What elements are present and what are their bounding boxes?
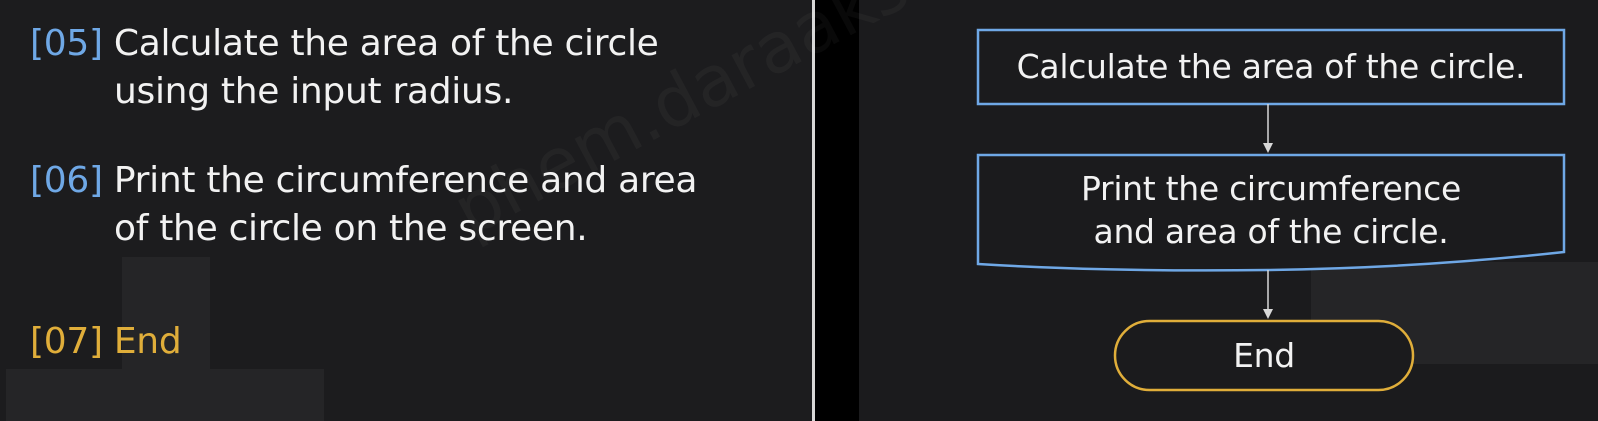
flowchart-panel: Calculate the area of the circle. Print … <box>859 0 1598 421</box>
step-07: [07] End <box>30 318 182 366</box>
output-box-label-line-1: Print the circumference <box>1081 169 1461 208</box>
step-number: [07] <box>30 321 103 362</box>
step-number: [05] <box>30 23 103 64</box>
step-text-line-1: End <box>113 321 182 362</box>
step-05: [05] Calculate the area of the circle us… <box>30 20 659 116</box>
step-text-line-1: Calculate the area of the circle <box>113 23 659 64</box>
terminator-label: End <box>1233 336 1295 375</box>
process-box-label: Calculate the area of the circle. <box>1016 47 1526 86</box>
step-text-line-2: of the circle on the screen. <box>114 208 588 249</box>
panel-gutter <box>815 0 859 421</box>
step-text-line-2: using the input radius. <box>114 71 514 112</box>
step-text-line-1: Print the circumference and area <box>113 160 698 201</box>
step-number: [06] <box>30 160 103 201</box>
slide: [05] Calculate the area of the circle us… <box>0 0 1598 421</box>
output-box-label-line-2: and area of the circle. <box>1093 212 1449 251</box>
pseudocode-panel: [05] Calculate the area of the circle us… <box>0 0 812 421</box>
step-06: [06] Print the circumference and area of… <box>30 157 697 253</box>
background-shade-block <box>6 369 324 421</box>
